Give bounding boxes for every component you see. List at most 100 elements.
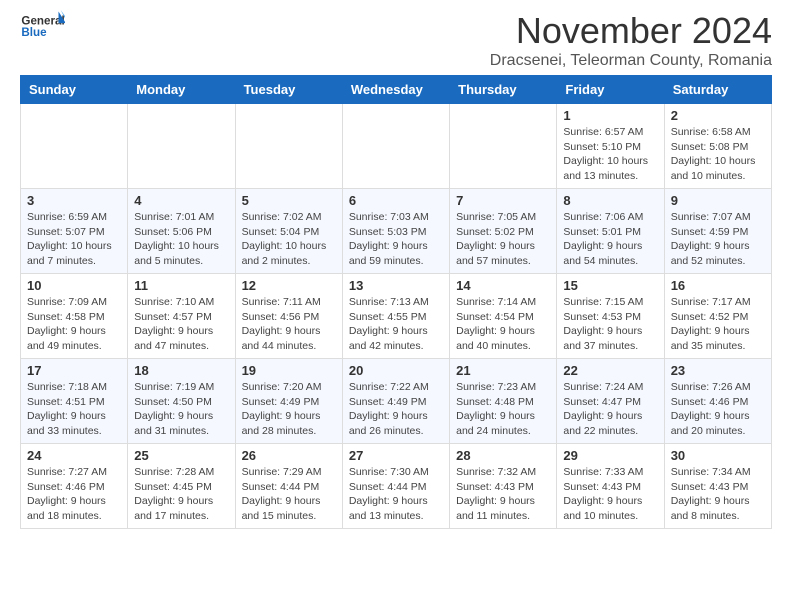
day-info: Sunrise: 7:03 AMSunset: 5:03 PMDaylight:… xyxy=(349,210,443,269)
day-info-line: Daylight: 9 hours and 26 minutes. xyxy=(349,410,428,437)
day-info-line: Sunrise: 7:33 AM xyxy=(563,466,643,478)
day-info-line: Sunrise: 7:27 AM xyxy=(27,466,107,478)
day-info-line: Sunrise: 7:06 AM xyxy=(563,211,643,223)
calendar-cell: 26 Sunrise: 7:29 AMSunset: 4:44 PMDayligh… xyxy=(235,444,342,529)
calendar-cell: 7Sunrise: 7:05 AMSunset: 5:02 PMDaylight… xyxy=(450,189,557,274)
calendar-cell: 16Sunrise: 7:17 AMSunset: 4:52 PMDayligh… xyxy=(664,274,771,359)
day-info-line: Sunrise: 7:19 AM xyxy=(134,381,214,393)
day-info: Sunrise: 7:07 AMSunset: 4:59 PMDaylight:… xyxy=(671,210,765,269)
day-info-line: Daylight: 9 hours and 17 minutes. xyxy=(134,495,213,522)
calendar-cell xyxy=(235,104,342,189)
day-number: 8 xyxy=(563,193,657,208)
day-number: 19 xyxy=(242,363,336,378)
day-info-line: Sunrise: 7:22 AM xyxy=(349,381,429,393)
logo: General Blue xyxy=(20,10,69,50)
day-info-line: Daylight: 9 hours and 13 minutes. xyxy=(349,495,428,522)
day-info-line: Sunrise: 7:20 AM xyxy=(242,381,322,393)
day-info: Sunrise: 7:23 AMSunset: 4:48 PMDaylight:… xyxy=(456,380,550,439)
day-info-line: Daylight: 9 hours and 37 minutes. xyxy=(563,325,642,352)
day-info-line: Daylight: 9 hours and 40 minutes. xyxy=(456,325,535,352)
day-number: 15 xyxy=(563,278,657,293)
day-info: Sunrise: 6:58 AMSunset: 5:08 PMDaylight:… xyxy=(671,125,765,184)
day-info-line: Sunset: 4:57 PM xyxy=(134,311,212,323)
calendar-cell: 21 Sunrise: 7:23 AMSunset: 4:48 PMDayligh… xyxy=(450,359,557,444)
day-info-line: Sunrise: 7:30 AM xyxy=(349,466,429,478)
calendar-cell xyxy=(128,104,235,189)
day-info-line: Daylight: 9 hours and 31 minutes. xyxy=(134,410,213,437)
day-info: Sunrise: 7:05 AMSunset: 5:02 PMDaylight:… xyxy=(456,210,550,269)
day-info-line: Daylight: 9 hours and 18 minutes. xyxy=(27,495,106,522)
day-info-line: Daylight: 9 hours and 54 minutes. xyxy=(563,240,642,267)
day-number: 21 xyxy=(456,363,550,378)
day-info-line: Daylight: 9 hours and 47 minutes. xyxy=(134,325,213,352)
day-info-line: Daylight: 9 hours and 35 minutes. xyxy=(671,325,750,352)
day-number: 6 xyxy=(349,193,443,208)
day-info-line: Sunset: 5:01 PM xyxy=(563,226,641,238)
day-info: Sunrise: 7:29 AMSunset: 4:44 PMDaylight:… xyxy=(242,465,336,524)
day-info-line: Sunrise: 7:03 AM xyxy=(349,211,429,223)
day-info: Sunrise: 7:34 AMSunset: 4:43 PMDaylight:… xyxy=(671,465,765,524)
day-info-line: Daylight: 9 hours and 20 minutes. xyxy=(671,410,750,437)
day-info-line: Daylight: 10 hours and 13 minutes. xyxy=(563,155,648,182)
day-info-line: Sunrise: 7:15 AM xyxy=(563,296,643,308)
calendar-cell: 2Sunrise: 6:58 AMSunset: 5:08 PMDaylight… xyxy=(664,104,771,189)
day-info: Sunrise: 7:27 AMSunset: 4:46 PMDaylight:… xyxy=(27,465,121,524)
calendar-cell: 6Sunrise: 7:03 AMSunset: 5:03 PMDaylight… xyxy=(342,189,449,274)
day-number: 26 xyxy=(242,448,336,463)
day-info-line: Daylight: 10 hours and 2 minutes. xyxy=(242,240,327,267)
day-info-line: Sunset: 5:06 PM xyxy=(134,226,212,238)
day-info: Sunrise: 7:15 AMSunset: 4:53 PMDaylight:… xyxy=(563,295,657,354)
day-info-line: Sunset: 4:55 PM xyxy=(349,311,427,323)
day-info-line: Sunset: 4:52 PM xyxy=(671,311,749,323)
day-info: Sunrise: 6:59 AMSunset: 5:07 PMDaylight:… xyxy=(27,210,121,269)
calendar-cell: 30Sunrise: 7:34 AMSunset: 4:43 PMDayligh… xyxy=(664,444,771,529)
col-sunday: Sunday xyxy=(21,76,128,104)
calendar-container: Sunday Monday Tuesday Wednesday Thursday… xyxy=(0,75,792,539)
day-info-line: Sunrise: 6:59 AM xyxy=(27,211,107,223)
col-saturday: Saturday xyxy=(664,76,771,104)
calendar-cell: 14 Sunrise: 7:14 AMSunset: 4:54 PMDayligh… xyxy=(450,274,557,359)
day-info: Sunrise: 6:57 AM Sunset: 5:10 PM Daylight:… xyxy=(563,125,657,184)
day-info-line: Sunset: 5:03 PM xyxy=(349,226,427,238)
day-info: Sunrise: 7:28 AM Sunset: 4:45 PM Daylight:… xyxy=(134,465,228,524)
day-number: 12 xyxy=(242,278,336,293)
day-info: Sunrise: 7:18 AMSunset: 4:51 PMDaylight:… xyxy=(27,380,121,439)
day-info-line: Sunset: 4:43 PM xyxy=(456,481,534,493)
title-block: November 2024 Dracsenei, Teleorman Count… xyxy=(490,10,772,70)
day-info-line: Sunrise: 6:57 AM xyxy=(563,126,643,138)
calendar-cell xyxy=(450,104,557,189)
calendar-week-row: 10Sunrise: 7:09 AMSunset: 4:58 PMDayligh… xyxy=(21,274,772,359)
day-info: Sunrise: 7:11 AMSunset: 4:56 PMDaylight:… xyxy=(242,295,336,354)
day-info: Sunrise: 7:17 AMSunset: 4:52 PMDaylight:… xyxy=(671,295,765,354)
day-info-line: Sunset: 4:45 PM xyxy=(134,481,212,493)
day-number: 14 xyxy=(456,278,550,293)
day-info-line: Sunrise: 7:34 AM xyxy=(671,466,751,478)
calendar-week-row: 24 Sunrise: 7:27 AMSunset: 4:46 PMDayligh… xyxy=(21,444,772,529)
day-number: 1 xyxy=(563,108,657,123)
day-info-line: Daylight: 9 hours and 28 minutes. xyxy=(242,410,321,437)
day-number: 29 xyxy=(563,448,657,463)
day-info-line: Sunset: 4:50 PM xyxy=(134,396,212,408)
day-info-line: Sunrise: 7:28 AM xyxy=(134,466,214,478)
calendar-header-row: Sunday Monday Tuesday Wednesday Thursday… xyxy=(21,76,772,104)
calendar-cell: 5Sunrise: 7:02 AMSunset: 5:04 PMDaylight… xyxy=(235,189,342,274)
day-info-line: Sunset: 4:43 PM xyxy=(563,481,641,493)
day-info-line: Sunrise: 7:24 AM xyxy=(563,381,643,393)
day-info: Sunrise: 7:24 AMSunset: 4:47 PMDaylight:… xyxy=(563,380,657,439)
month-title: November 2024 xyxy=(490,10,772,52)
day-info: Sunrise: 7:22 AMSunset: 4:49 PMDaylight:… xyxy=(349,380,443,439)
day-info-line: Daylight: 9 hours and 8 minutes. xyxy=(671,495,750,522)
day-info-line: Daylight: 9 hours and 15 minutes. xyxy=(242,495,321,522)
day-info-line: Sunrise: 7:10 AM xyxy=(134,296,214,308)
svg-text:Blue: Blue xyxy=(21,26,47,39)
day-info-line: Sunset: 5:10 PM xyxy=(563,141,641,153)
day-info: Sunrise: 7:14 AMSunset: 4:54 PMDaylight:… xyxy=(456,295,550,354)
day-number: 24 xyxy=(27,448,121,463)
day-info: Sunrise: 7:02 AMSunset: 5:04 PMDaylight:… xyxy=(242,210,336,269)
day-info-line: Sunrise: 7:14 AM xyxy=(456,296,536,308)
calendar-cell: 15 Sunrise: 7:15 AMSunset: 4:53 PMDayligh… xyxy=(557,274,664,359)
day-info-line: Daylight: 9 hours and 10 minutes. xyxy=(563,495,642,522)
day-info-line: Sunset: 4:48 PM xyxy=(456,396,534,408)
calendar-cell: 20Sunrise: 7:22 AMSunset: 4:49 PMDayligh… xyxy=(342,359,449,444)
day-number: 18 xyxy=(134,363,228,378)
